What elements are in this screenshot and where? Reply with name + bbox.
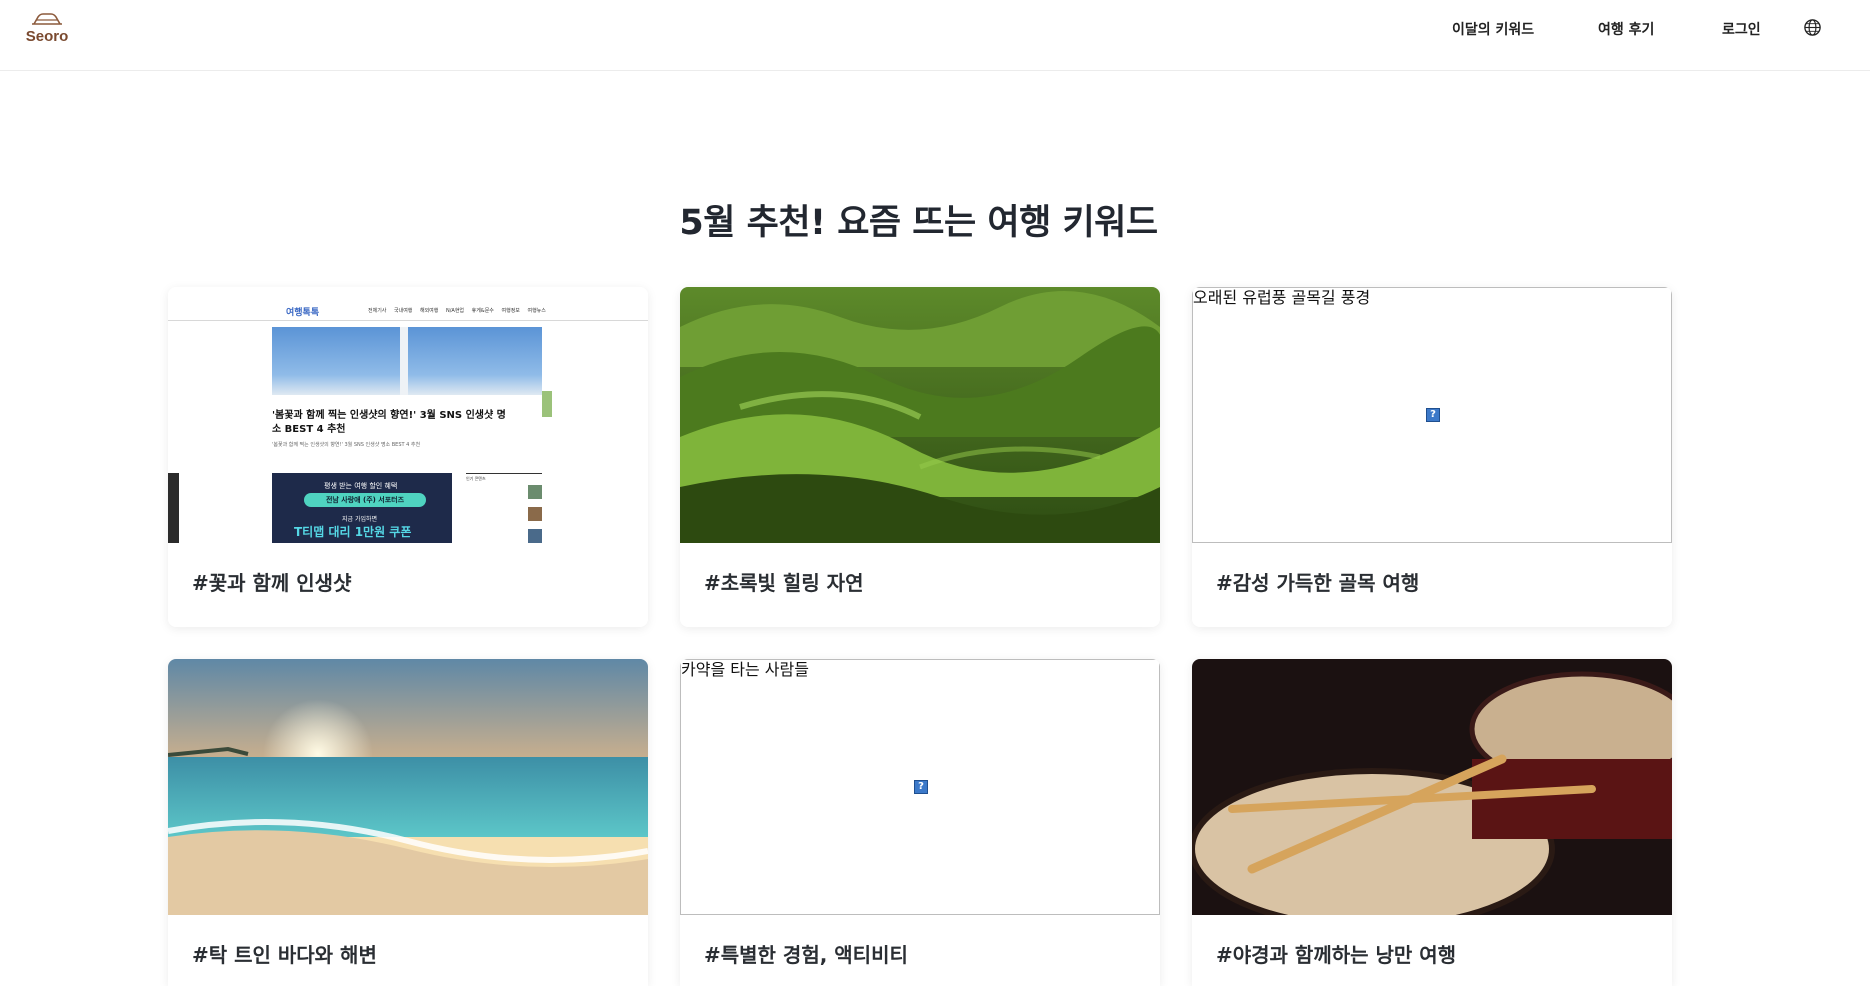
website-screenshot: 여행톡톡 전체기사 국내여행 해외여행 N/A현업 휴게&문수 여행정보 여행뉴… bbox=[168, 287, 648, 543]
image-alt-text: 카약을 타는 사람들 bbox=[681, 660, 809, 679]
beach-sunset-photo bbox=[168, 659, 648, 915]
card-thumbnail bbox=[1192, 659, 1672, 915]
top-header: Seoro 이달의 키워드 여행 후기 로그인 bbox=[0, 0, 1870, 71]
car-logo-icon bbox=[32, 13, 62, 25]
section-title: 5월 추천! 요즘 뜨는 여행 키워드 bbox=[679, 203, 1158, 243]
sidebar-title: 인기 콘텐츠 bbox=[466, 473, 542, 482]
card-thumbnail bbox=[680, 287, 1160, 543]
globe-icon[interactable] bbox=[1803, 18, 1822, 37]
site-hero-image bbox=[272, 327, 542, 395]
nav-travel-reviews[interactable]: 여행 후기 bbox=[1598, 19, 1654, 39]
logo-text: Seoro bbox=[25, 28, 69, 45]
keyword-card[interactable]: 오래된 유럽풍 골목길 풍경 ? #감성 가득한 골목 여행 bbox=[1192, 287, 1672, 627]
broken-image-icon: ? bbox=[1426, 408, 1440, 422]
keyword-card[interactable]: #초록빛 힐링 자연 bbox=[680, 287, 1160, 627]
card-keyword: #감성 가득한 골목 여행 bbox=[1216, 571, 1420, 595]
card-keyword: #꽃과 함께 인생샷 bbox=[192, 571, 352, 595]
keyword-card[interactable]: #탁 트인 바다와 해변 bbox=[168, 659, 648, 986]
site-brand: 여행톡톡 bbox=[286, 308, 320, 318]
seoro-logo[interactable]: Seoro bbox=[24, 12, 70, 48]
drums-photo bbox=[1192, 659, 1672, 915]
card-keyword: #특별한 경험, 액티비티 bbox=[704, 943, 908, 967]
nav-monthly-keywords[interactable]: 이달의 키워드 bbox=[1452, 19, 1534, 39]
card-thumbnail-broken: 오래된 유럽풍 골목길 풍경 ? bbox=[1192, 287, 1672, 543]
card-thumbnail-broken: 카약을 타는 사람들 ? bbox=[680, 659, 1160, 915]
card-thumbnail: 여행톡톡 전체기사 국내여행 해외여행 N/A현업 휴게&문수 여행정보 여행뉴… bbox=[168, 287, 648, 543]
site-subline: '봄꽃과 함께 찍는 인생샷의 향연!' 3월 SNS 인생샷 명소 BEST … bbox=[272, 442, 421, 448]
site-sidebar: 인기 콘텐츠 bbox=[466, 473, 542, 543]
keyword-card[interactable]: 카약을 타는 사람들 ? #특별한 경험, 액티비티 bbox=[680, 659, 1160, 986]
site-headline: '봄꽃과 함께 찍는 인생샷의 향연!' 3월 SNS 인생샷 명소 BEST … bbox=[272, 410, 506, 435]
broken-image-icon: ? bbox=[914, 780, 928, 794]
image-alt-text: 오래된 유럽풍 골목길 풍경 bbox=[1193, 288, 1371, 307]
card-keyword: #야경과 함께하는 낭만 여행 bbox=[1216, 943, 1457, 967]
banner-line2: 지금 가입하면 bbox=[342, 516, 378, 523]
card-keyword: #탁 트인 바다와 해변 bbox=[192, 943, 377, 967]
nav-login[interactable]: 로그인 bbox=[1722, 19, 1761, 39]
banner-line1: 평생 받는 여행 할인 혜택 bbox=[324, 482, 398, 490]
site-menu: 전체기사 국내여행 해외여행 N/A현업 휴게&문수 여행정보 여행뉴스 bbox=[368, 308, 546, 314]
keyword-card[interactable]: 여행톡톡 전체기사 국내여행 해외여행 N/A현업 휴게&문수 여행정보 여행뉴… bbox=[168, 287, 648, 627]
card-thumbnail bbox=[168, 659, 648, 915]
banner-line3: T티맵 대리 1만원 쿠폰 bbox=[294, 525, 412, 539]
site-navbar: 여행톡톡 전체기사 국내여행 해외여행 N/A현업 휴게&문수 여행정보 여행뉴… bbox=[272, 305, 546, 319]
card-keyword: #초록빛 힐링 자연 bbox=[704, 571, 864, 595]
banner-pill: 전남 사랑애 (주) 서포터즈 bbox=[304, 493, 426, 507]
site-banner: 평생 받는 여행 할인 혜택 전남 사랑애 (주) 서포터즈 지금 가입하면 T… bbox=[272, 473, 452, 543]
green-hills-photo bbox=[680, 287, 1160, 543]
keyword-card[interactable]: #야경과 함께하는 낭만 여행 bbox=[1192, 659, 1672, 986]
